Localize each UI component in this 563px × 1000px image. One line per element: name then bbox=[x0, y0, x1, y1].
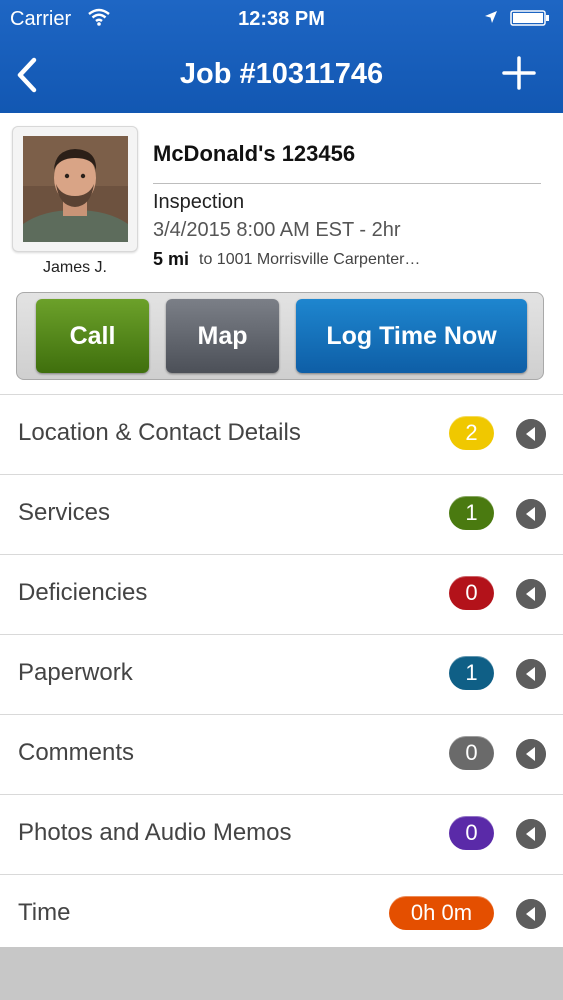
disclosure-left-arrow-icon[interactable] bbox=[516, 659, 546, 689]
section-row-services[interactable]: Services 1 bbox=[0, 474, 563, 554]
count-badge: 1 bbox=[449, 496, 494, 530]
location-arrow-icon bbox=[485, 11, 497, 23]
section-label: Location & Contact Details bbox=[18, 419, 301, 446]
avatar bbox=[23, 136, 128, 242]
section-label: Comments bbox=[18, 739, 135, 766]
header-divider bbox=[153, 183, 541, 184]
section-row-photos-audio[interactable]: Photos and Audio Memos 0 bbox=[0, 794, 563, 874]
count-badge: 0 bbox=[449, 736, 494, 770]
job-datetime: 3/4/2015 8:00 AM EST - 2hr bbox=[153, 219, 401, 241]
technician-photo bbox=[23, 136, 128, 242]
status-time: 12:38 PM bbox=[238, 8, 325, 30]
disclosure-left-arrow-icon[interactable] bbox=[516, 419, 546, 449]
disclosure-left-arrow-icon[interactable] bbox=[516, 579, 546, 609]
disclosure-left-arrow-icon[interactable] bbox=[516, 739, 546, 769]
map-button[interactable]: Map bbox=[166, 299, 279, 373]
section-row-deficiencies[interactable]: Deficiencies 0 bbox=[0, 554, 563, 634]
time-total-badge: 0h 0m bbox=[389, 896, 494, 930]
count-badge: 0 bbox=[449, 816, 494, 850]
disclosure-left-arrow-icon[interactable] bbox=[516, 819, 546, 849]
job-sections-list: Location & Contact Details 2 Services 1 … bbox=[0, 394, 563, 954]
section-label: Photos and Audio Memos bbox=[18, 819, 292, 846]
bottom-toolbar-strip bbox=[0, 947, 563, 1000]
plus-icon[interactable] bbox=[502, 56, 536, 90]
section-row-paperwork[interactable]: Paperwork 1 bbox=[0, 634, 563, 714]
job-type: Inspection bbox=[153, 191, 245, 213]
section-label: Time bbox=[18, 899, 71, 926]
status-bar: Carrier 12:38 PM bbox=[0, 0, 563, 38]
page-title: Job #10311746 bbox=[179, 58, 384, 90]
job-distance: 5 mi bbox=[153, 249, 190, 269]
count-badge: 0 bbox=[449, 576, 494, 610]
count-badge: 2 bbox=[449, 416, 494, 450]
section-row-time[interactable]: Time 0h 0m bbox=[0, 874, 563, 954]
technician-avatar-frame bbox=[12, 126, 138, 252]
section-row-comments[interactable]: Comments 0 bbox=[0, 714, 563, 794]
section-row-location-contact[interactable]: Location & Contact Details 2 bbox=[0, 394, 563, 474]
disclosure-left-arrow-icon[interactable] bbox=[516, 899, 546, 929]
disclosure-left-arrow-icon[interactable] bbox=[516, 499, 546, 529]
call-button[interactable]: Call bbox=[36, 299, 149, 373]
log-time-now-button[interactable]: Log Time Now bbox=[296, 299, 527, 373]
navigation-bar: Carrier 12:38 PM Job #10311746 bbox=[0, 0, 563, 113]
technician-name: James J. bbox=[42, 259, 107, 276]
job-customer-name: McDonald's 123456 bbox=[153, 141, 356, 166]
section-label: Services bbox=[18, 499, 111, 526]
section-label: Deficiencies bbox=[18, 579, 148, 606]
section-label: Paperwork bbox=[18, 659, 133, 686]
job-address: to 1001 Morrisville Carpenter… bbox=[199, 251, 421, 268]
battery-icon bbox=[510, 10, 549, 26]
count-badge: 1 bbox=[449, 656, 494, 690]
